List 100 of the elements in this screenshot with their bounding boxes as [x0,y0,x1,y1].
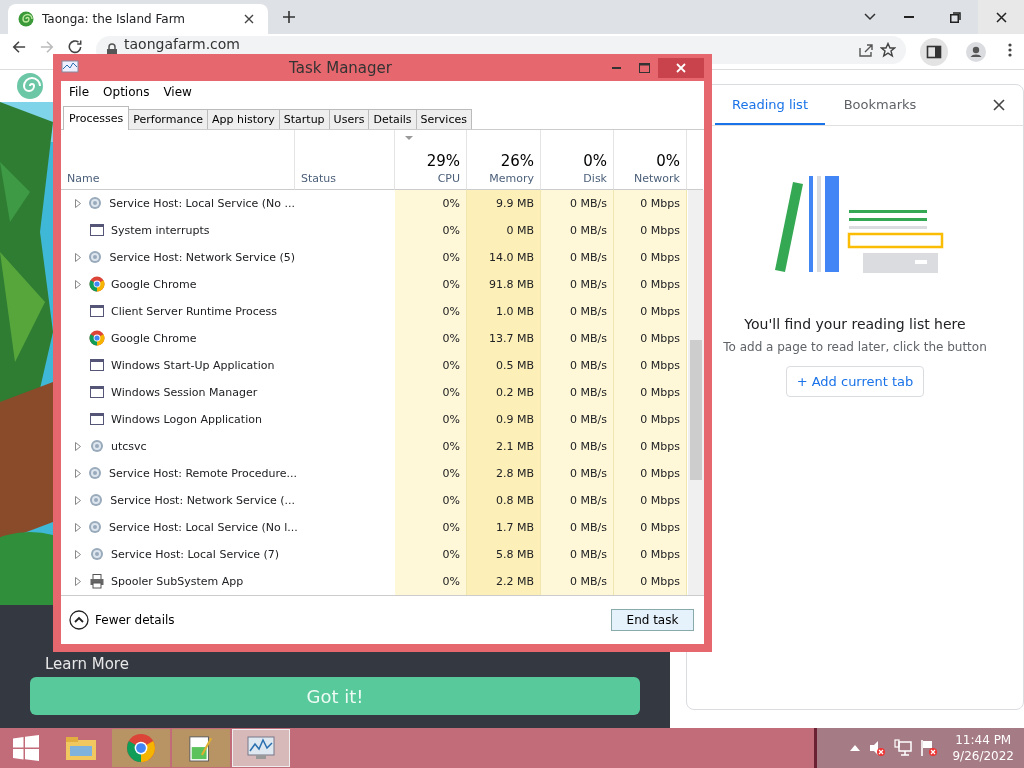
disk-cell: 0 MB/s [570,385,607,399]
menu-item[interactable]: File [63,82,96,101]
monitor-chart-icon [246,734,276,762]
gear-icon [89,438,105,455]
tab[interactable]: Details [368,108,417,129]
network-cell: 0 Mbps [640,574,680,588]
expand-icon [75,576,81,586]
memory-cell: 0.8 MB [495,493,534,507]
cpu-cell: 0% [442,223,460,237]
process-name: Windows Start-Up Application [111,358,275,372]
column-header[interactable]: Disk [583,171,607,185]
column-total: 0% [656,151,680,170]
menu-item[interactable]: Options [97,82,156,101]
column-header[interactable]: Status [301,171,337,185]
column-header[interactable]: CPU [437,171,460,185]
fewer-details-button[interactable]: Fewer details [69,610,175,631]
reload-button[interactable] [68,40,82,54]
disk-cell: 0 MB/s [570,520,607,534]
memory-cell: 2.1 MB [495,439,534,453]
restore-icon [949,11,961,23]
taskbar-app[interactable] [232,729,290,767]
memory-cell: 2.8 MB [495,466,534,480]
process-name: Service Host: Local Service (No l... [109,520,298,534]
cpu-cell: 0% [442,196,460,210]
gear-icon [87,195,104,212]
column-header[interactable]: Memory [489,171,534,185]
chrome-icon [126,733,156,763]
menu-icon [1008,42,1012,58]
browser-tab[interactable]: Taonga: the Island Farm [8,4,268,34]
scrollbar[interactable] [688,189,704,596]
memory-cell: 0.5 MB [495,358,534,372]
network-cell: 0 Mbps [640,412,680,426]
disk-cell: 0 MB/s [570,493,607,507]
forward-arrow-icon [40,40,54,54]
tab[interactable]: App history [206,108,280,129]
chrome-icon [89,330,105,347]
network-cell: 0 Mbps [640,466,680,480]
memory-cell: 0.2 MB [495,385,534,399]
back-button[interactable] [12,40,26,54]
empty-state-hint: To add a page to read later, click the button [723,340,987,354]
cpu-cell: 0% [442,520,460,534]
taskbar-app[interactable] [172,729,230,767]
disk-cell: 0 MB/s [570,358,607,372]
windows-logo-icon [13,735,39,761]
network-cell: 0 Mbps [640,250,680,264]
tab[interactable]: Services [415,108,472,129]
tab[interactable]: Performance [128,108,208,129]
notepad-icon [188,733,214,763]
network-cell: 0 Mbps [640,196,680,210]
memory-cell: 9.9 MB [495,196,534,210]
monitor-chart-icon [61,59,79,76]
process-name: utcsvc [111,439,147,453]
disk-cell: 0 MB/s [570,277,607,291]
tab[interactable]: Processes [63,105,130,130]
network-cell: 0 Mbps [640,520,680,534]
expand-icon [75,468,81,478]
cpu-cell: 0% [442,493,460,507]
process-name: Google Chrome [111,331,197,345]
process-name: Service Host: Local Service (No ... [109,196,295,210]
chevron-down-icon [864,13,876,21]
panel-tab[interactable]: Reading list [715,85,825,125]
process-name: Service Host: Local Service (7) [111,547,280,561]
gear-icon [88,492,105,509]
spiral-icon [18,11,34,27]
gear-icon [87,519,103,536]
disk-cell: 0 MB/s [570,196,607,210]
disk-cell: 0 MB/s [570,304,607,318]
minimize-icon [904,16,914,18]
maximize-icon [638,62,650,73]
tab[interactable]: Startup [278,108,330,129]
memory-cell: 91.8 MB [488,277,534,291]
column-header[interactable]: Network [634,171,680,185]
star-icon [880,42,896,58]
panel-tab[interactable]: Bookmarks [825,85,935,125]
process-name: System interrupts [111,223,210,237]
learn-more-link[interactable]: Learn More [45,655,129,673]
side-panel-button[interactable] [920,38,948,66]
clock-time[interactable]: 11:44 PM [955,732,1012,748]
process-name: Windows Logon Application [111,412,262,426]
memory-cell: 0.9 MB [495,412,534,426]
share-icon [858,42,874,58]
cpu-cell: 0% [442,466,460,480]
clock-date[interactable]: 9/26/2022 [952,748,1014,764]
column-total: 0% [583,151,607,170]
disk-cell: 0 MB/s [570,223,607,237]
show-hidden-icons-icon [850,745,861,751]
taskbar-app[interactable] [112,729,170,767]
network-icon [894,739,913,757]
avatar-icon [966,42,986,62]
menu-item[interactable]: View [157,82,198,101]
process-name: Service Host: Network Service (5) [109,250,295,264]
close-icon [993,99,1005,111]
gear-icon [87,465,103,482]
expand-icon [75,198,81,208]
tab[interactable]: Users [328,108,370,129]
add-current-tab-button[interactable]: + Add current tab [785,366,925,397]
end-task-button[interactable]: End task [611,609,694,632]
close-icon [995,11,1007,23]
disk-cell: 0 MB/s [570,331,607,345]
column-header[interactable]: Name [67,171,100,185]
